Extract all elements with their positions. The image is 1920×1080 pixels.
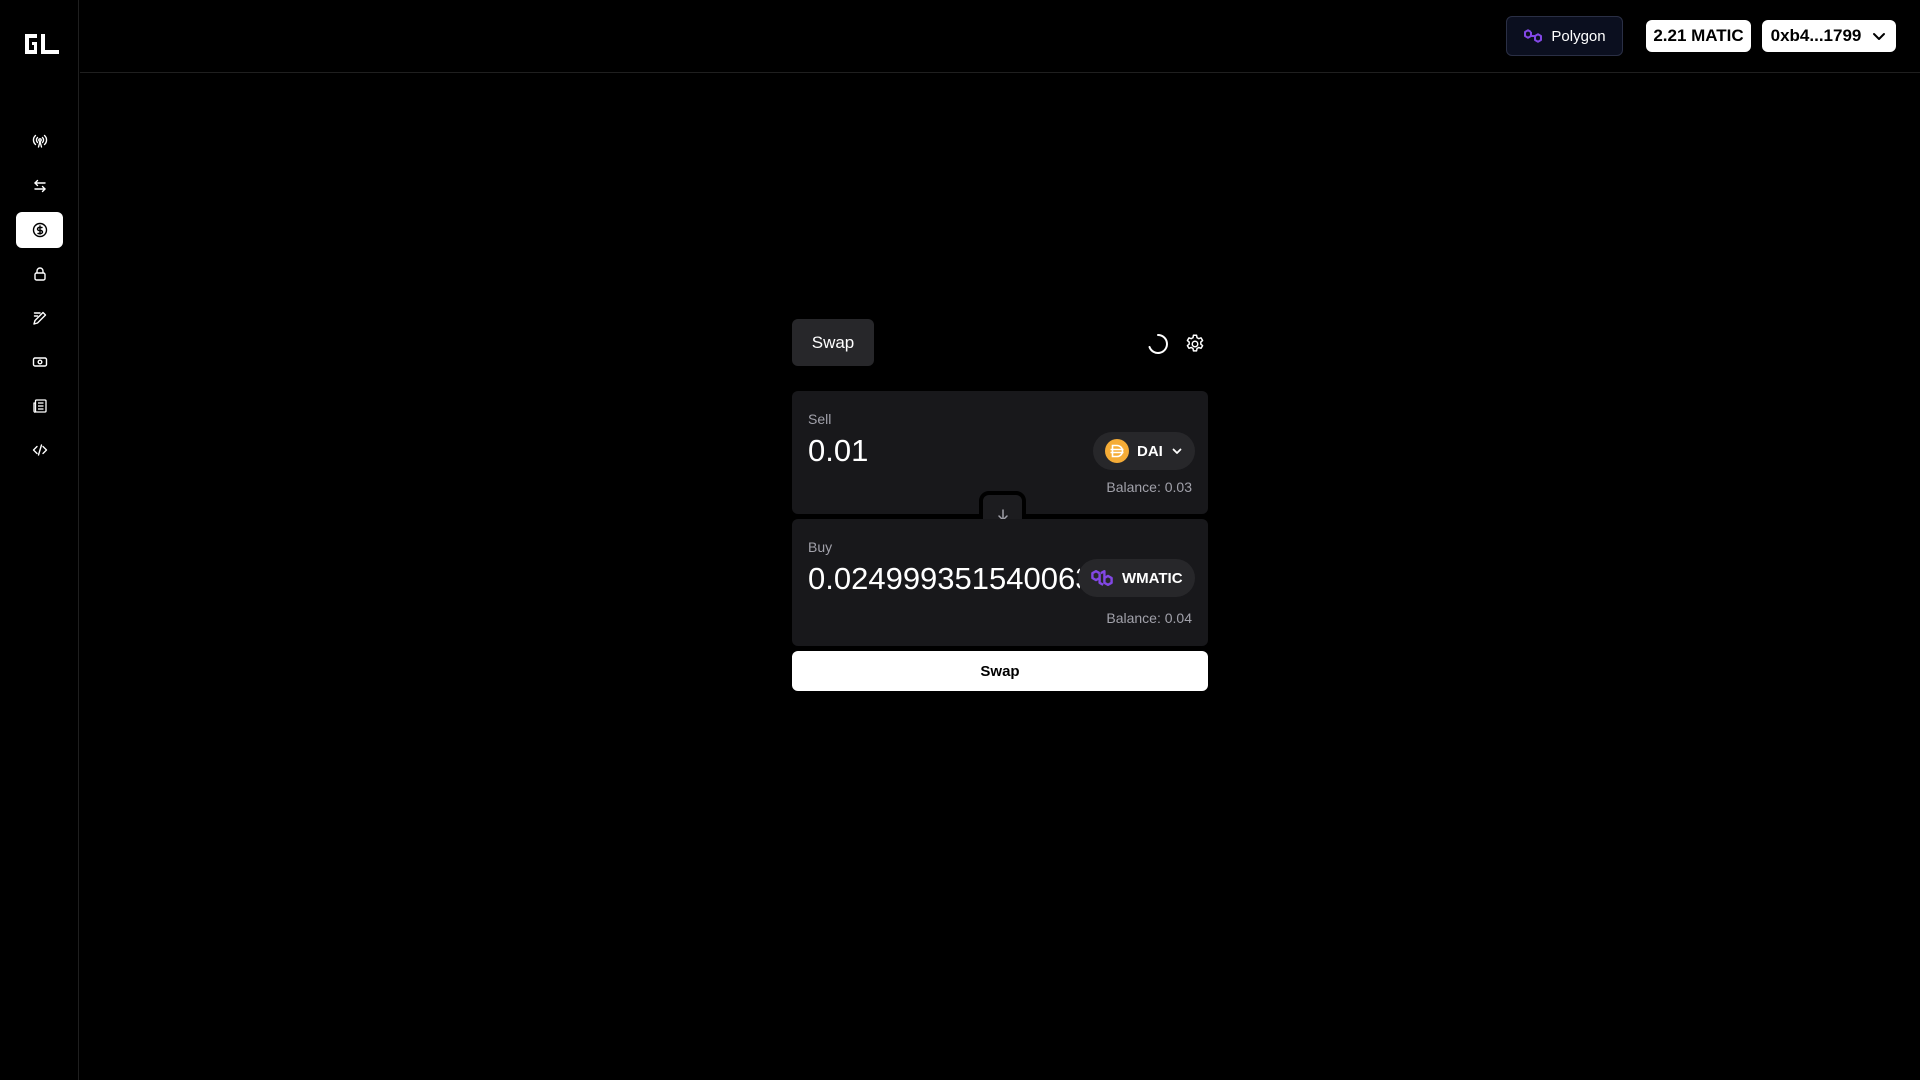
polygon-logo-icon [1524,29,1543,43]
coin-dollar-icon [32,222,47,238]
swap-tab[interactable]: Swap [792,319,874,366]
sell-label: Sell [808,411,832,427]
network-label: Polygon [1551,27,1606,45]
banknote-icon [32,357,47,367]
nav-broadcast[interactable] [16,123,63,159]
buy-amount-input[interactable] [808,557,1080,601]
nav-news[interactable] [16,388,63,424]
native-balance-button[interactable]: 2.21 MATIC [1646,20,1751,52]
network-selector[interactable]: Polygon [1506,16,1623,56]
buy-label: Buy [808,539,833,555]
loading-spinner-icon [1148,334,1168,354]
arrows-exchange-icon [33,179,46,193]
buy-balance: Balance: 0.04 [1106,610,1192,626]
nav-lock[interactable] [16,256,63,292]
nav-transfer[interactable] [16,168,63,204]
buy-token-selector[interactable]: WMATIC [1078,559,1195,597]
nav-developer[interactable] [16,432,63,468]
sell-token-symbol: DAI [1137,442,1163,460]
dai-token-icon [1105,439,1129,463]
newspaper-icon [32,399,47,413]
sell-token-selector[interactable]: DAI [1093,432,1195,470]
nav-swap[interactable] [16,212,63,248]
code-icon [32,444,47,456]
nav-payments[interactable] [16,344,63,380]
settings-gear-icon[interactable] [1184,333,1206,355]
buy-panel: Buy WMATIC Balance: 0.04 [792,519,1208,646]
top-bar [80,0,1920,73]
sell-balance: Balance: 0.03 [1106,479,1192,495]
sidebar [0,0,79,1080]
buy-token-symbol: WMATIC [1122,569,1183,587]
app-logo[interactable] [23,30,61,58]
lock-icon [33,267,46,281]
account-address: 0xb4...1799 [1770,26,1862,45]
pencil-ruler-icon [32,311,46,325]
nav-design[interactable] [16,300,63,336]
account-button[interactable]: 0xb4...1799 [1762,20,1896,52]
chevron-down-icon [1172,448,1182,454]
broadcast-icon [32,134,47,148]
sell-amount-input[interactable] [808,429,1088,473]
wmatic-token-icon [1091,569,1113,587]
chevron-down-icon [1873,33,1886,40]
swap-submit-button[interactable]: Swap [792,651,1208,691]
